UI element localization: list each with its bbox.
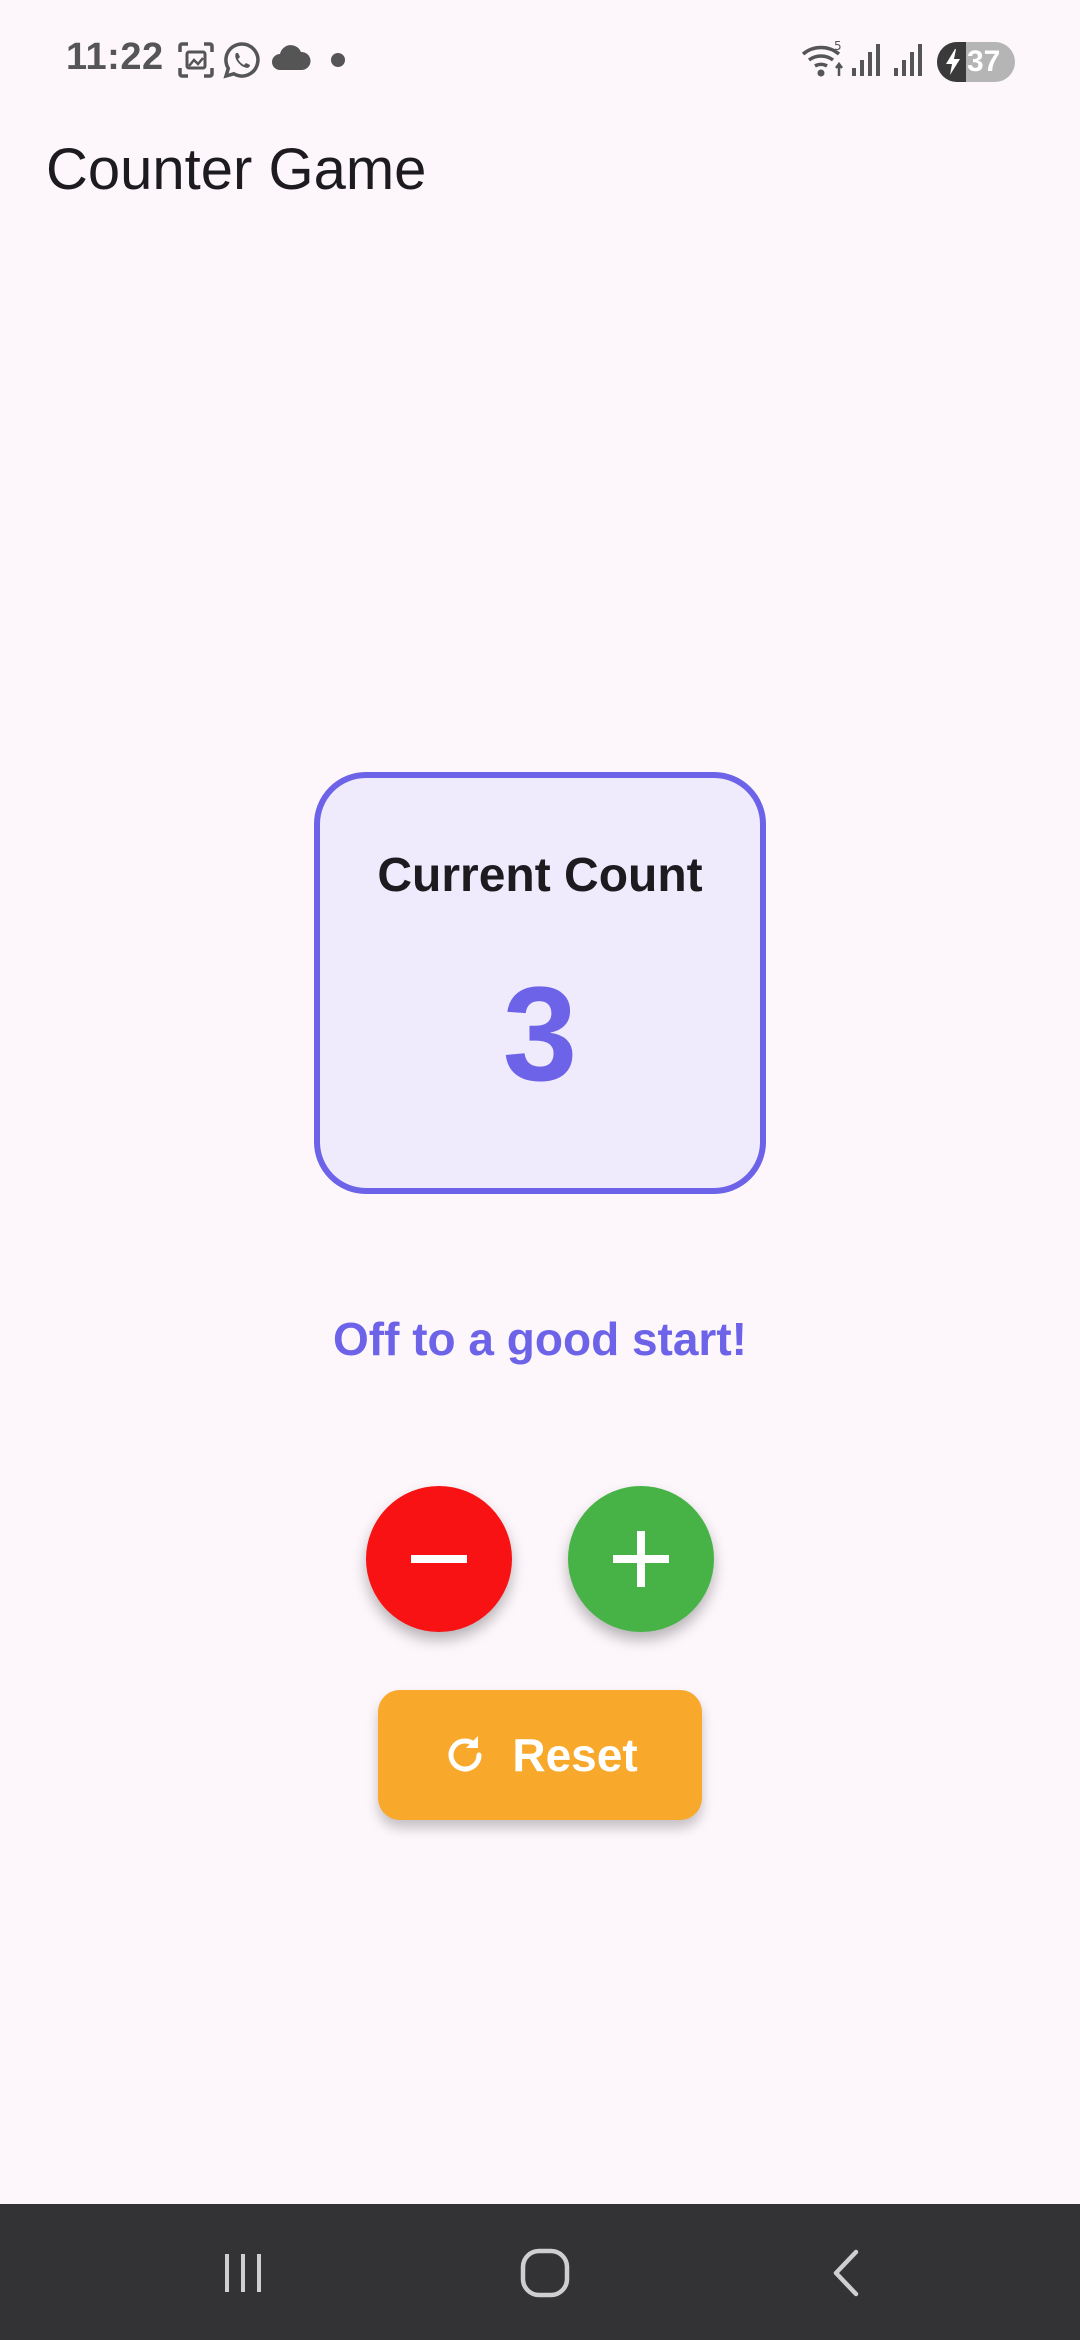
decrement-button[interactable] <box>366 1486 512 1632</box>
app-screen: 11:22 5 37 Counter Game Current Count 3 … <box>0 0 1080 2340</box>
recent-apps-icon <box>218 2248 268 2298</box>
notification-dot-icon <box>330 52 346 73</box>
navigation-bar <box>0 2204 1080 2340</box>
count-label: Current Count <box>377 849 703 902</box>
back-icon <box>822 2248 872 2298</box>
increment-button[interactable] <box>568 1486 714 1632</box>
signal-icon <box>850 40 886 85</box>
home-icon <box>518 2246 572 2300</box>
minus-icon <box>407 1527 471 1591</box>
recent-apps-button[interactable] <box>208 2238 278 2308</box>
status-message: Off to a good start! <box>333 1313 747 1365</box>
count-card: Current Count 3 <box>314 772 766 1194</box>
back-button[interactable] <box>812 2238 882 2308</box>
wifi-icon: 5 <box>800 39 846 87</box>
whatsapp-icon <box>222 40 262 85</box>
battery-level: 37 <box>967 45 1001 78</box>
refresh-icon <box>442 1732 488 1778</box>
battery-indicator: 37 <box>937 42 1015 82</box>
count-value: 3 <box>502 960 578 1109</box>
reset-label: Reset <box>512 1729 638 1781</box>
screenshot-icon <box>176 40 216 85</box>
svg-text:5: 5 <box>834 40 842 53</box>
cloud-icon <box>270 40 312 85</box>
status-time: 11:22 <box>66 36 164 78</box>
app-title: Counter Game <box>46 137 427 202</box>
reset-button[interactable]: Reset <box>378 1690 702 1820</box>
battery-charging-icon <box>943 48 963 81</box>
signal-icon <box>892 40 928 85</box>
home-button[interactable] <box>510 2238 580 2308</box>
status-bar: 11:22 5 37 <box>0 0 1080 124</box>
plus-icon <box>609 1527 673 1591</box>
